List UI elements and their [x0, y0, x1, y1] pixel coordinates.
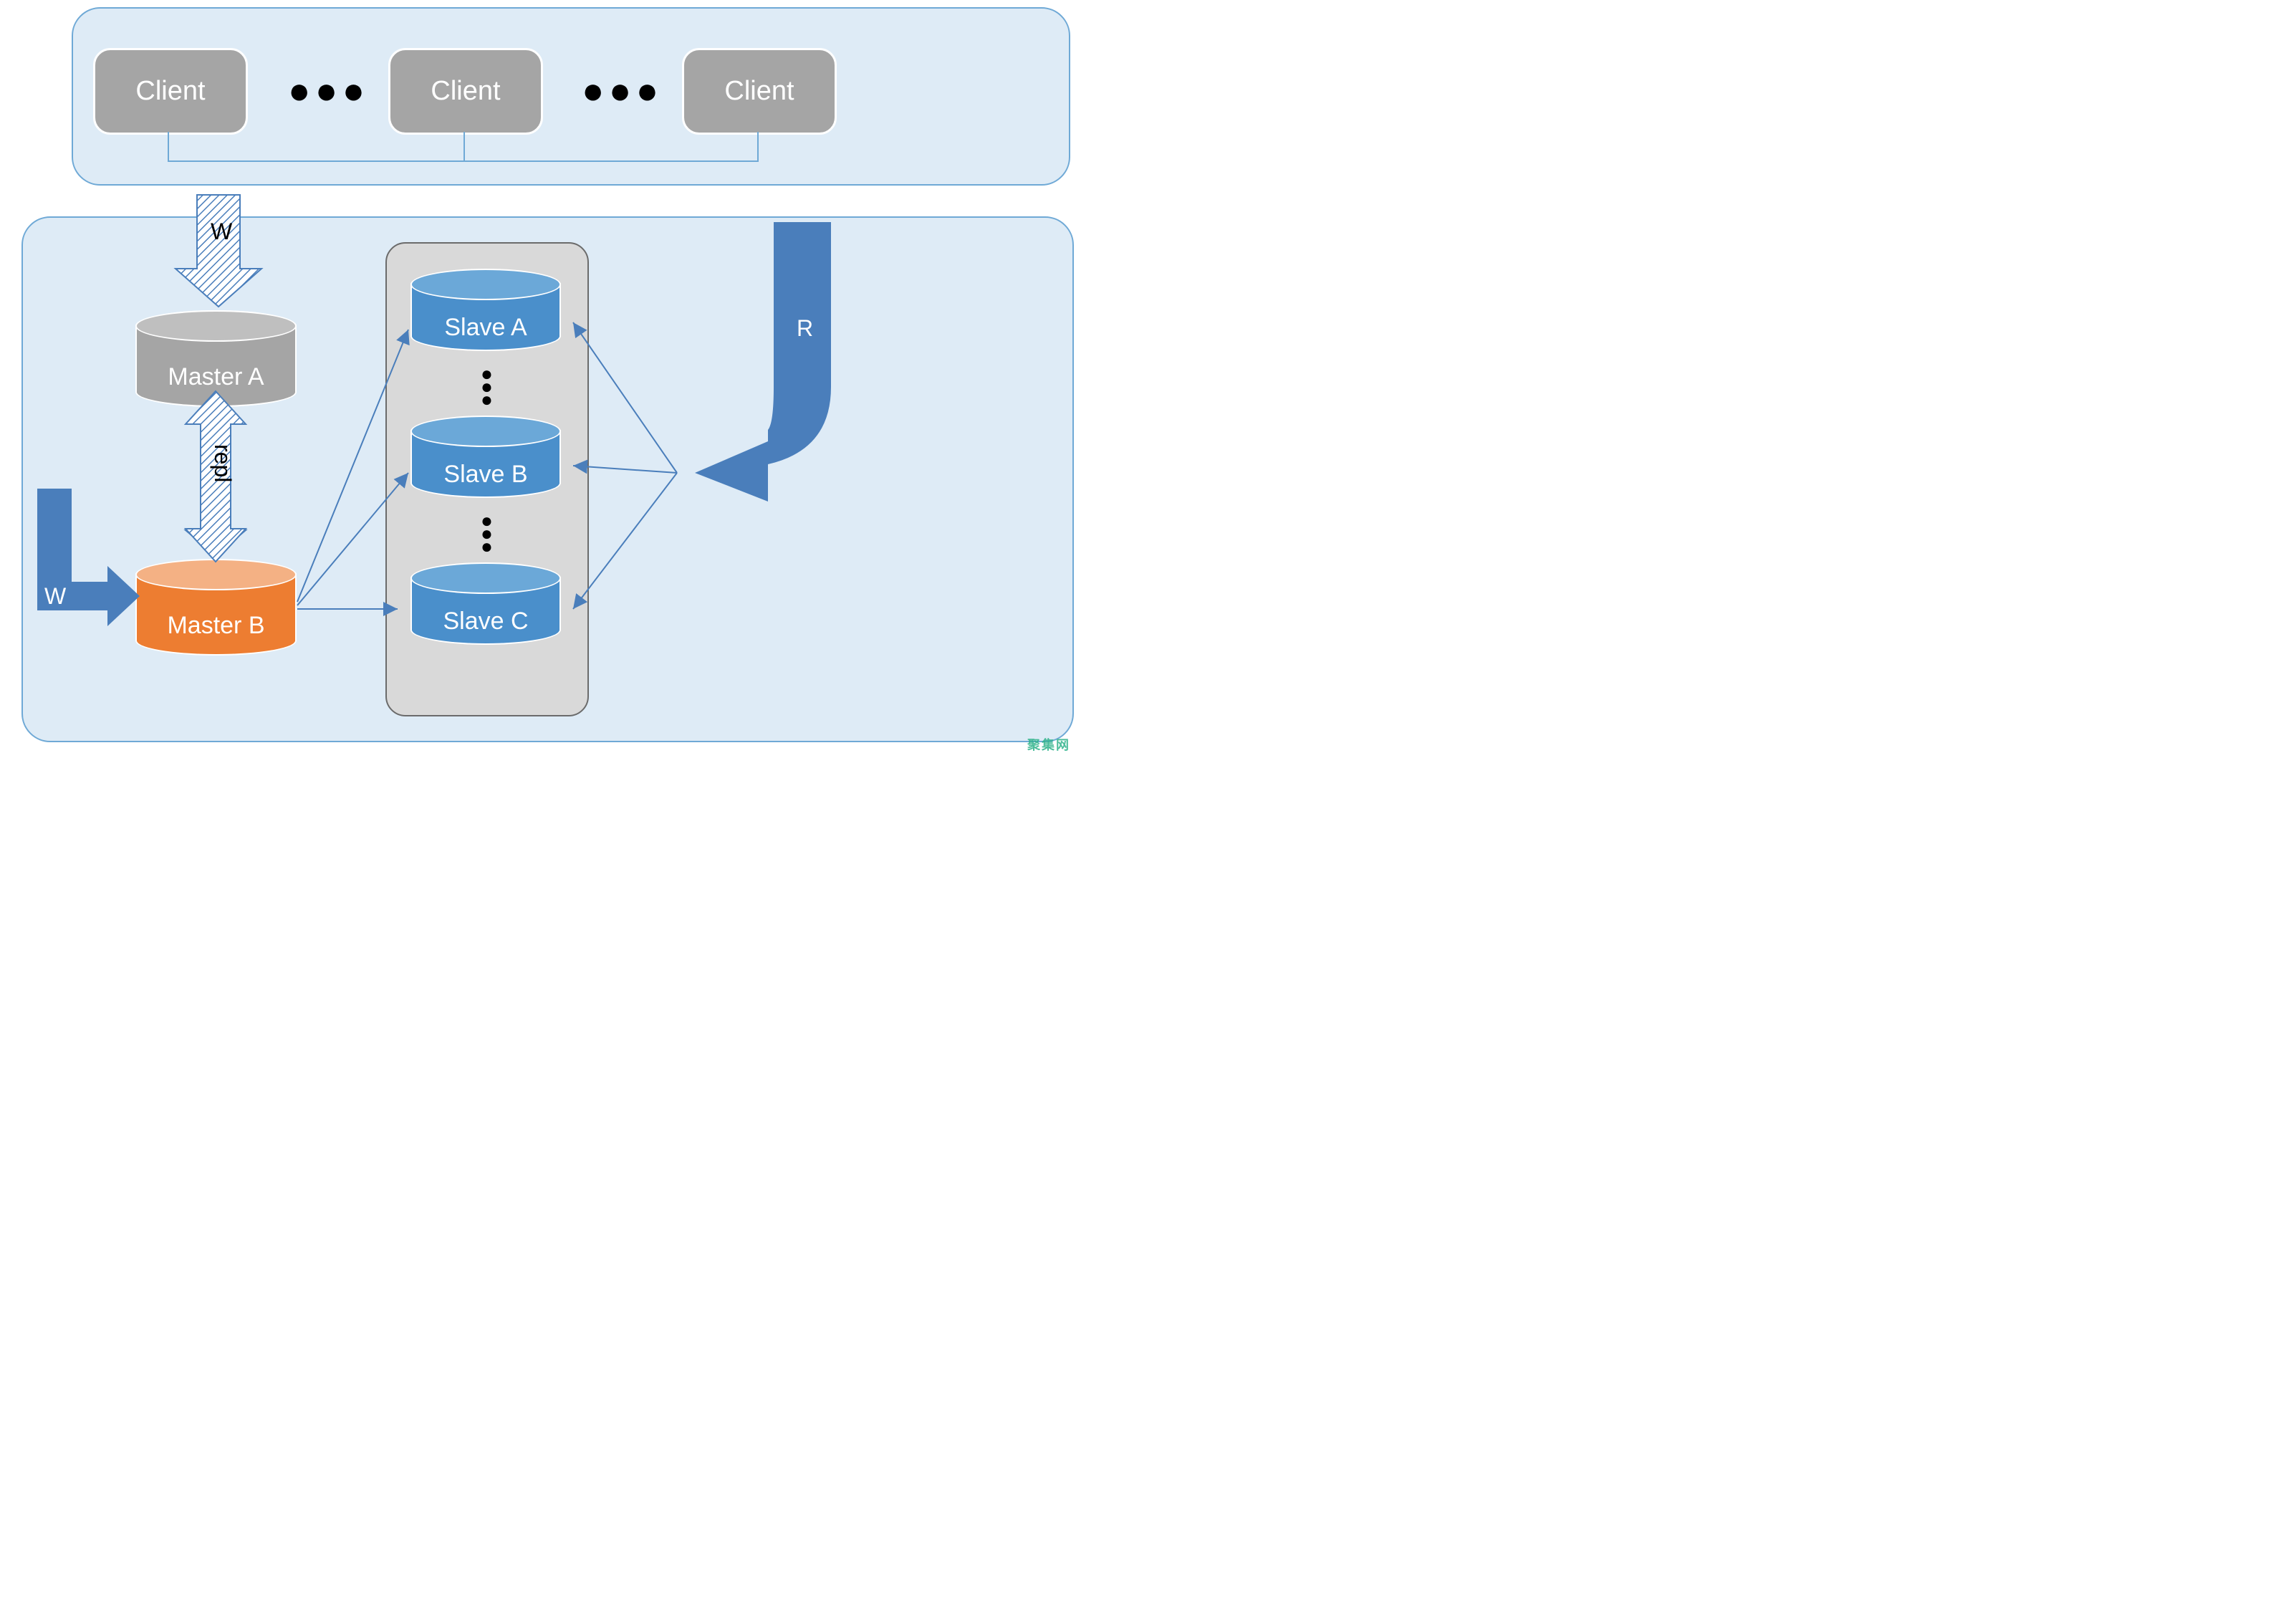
diagram-root: Client ● ● ● Client ● ● ● Client Master …: [0, 0, 1075, 757]
read-label: R: [797, 315, 813, 342]
slave-b-cylinder: Slave B: [410, 416, 561, 498]
clients-panel: Client ● ● ● Client ● ● ● Client: [72, 7, 1070, 186]
connector-line: [757, 132, 759, 160]
master-a-cylinder: Master A: [135, 310, 297, 407]
slave-c-cylinder: Slave C: [410, 562, 561, 645]
watermark: 聚集网: [1027, 735, 1070, 754]
connector-line: [168, 132, 169, 160]
repl-label: repl: [209, 444, 236, 482]
master-a-label: Master A: [135, 363, 297, 391]
client-label: Client: [724, 76, 794, 107]
ellipsis-icon: ● ● ●: [582, 69, 655, 112]
client-box-2: Client: [388, 48, 543, 135]
master-b-cylinder: Master B: [135, 559, 297, 656]
v-ellipsis-icon: ●●●: [481, 365, 489, 408]
slave-a-label: Slave A: [410, 314, 561, 342]
write-top-label: W: [211, 219, 232, 245]
slave-a-cylinder: Slave A: [410, 269, 561, 351]
connector-line: [168, 160, 759, 162]
client-label: Client: [135, 76, 205, 107]
v-ellipsis-icon: ●●●: [481, 512, 489, 555]
write-left-label: W: [44, 583, 66, 610]
client-label: Client: [431, 76, 500, 107]
slave-c-label: Slave C: [410, 608, 561, 635]
master-b-label: Master B: [135, 612, 297, 640]
client-box-1: Client: [93, 48, 248, 135]
client-box-3: Client: [682, 48, 837, 135]
slave-b-label: Slave B: [410, 461, 561, 489]
connector-line: [463, 132, 465, 160]
ellipsis-icon: ● ● ●: [288, 69, 362, 112]
